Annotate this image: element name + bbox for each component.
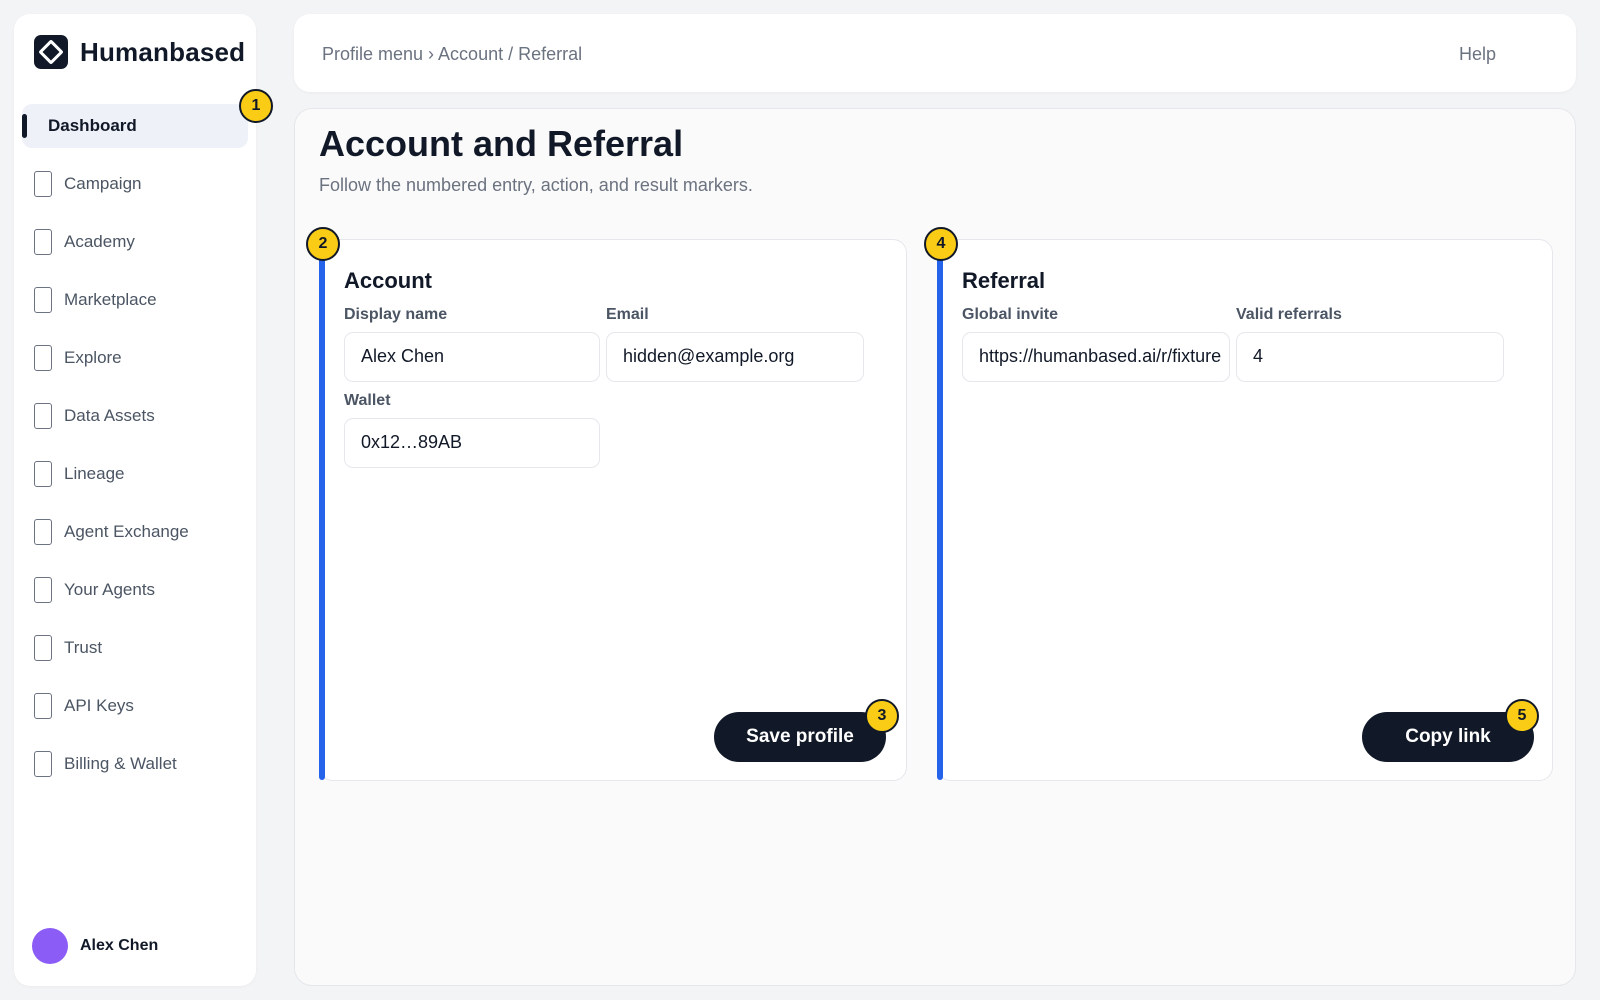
page-icon [34,461,52,487]
diamond-logo-icon [34,35,68,69]
user-profile[interactable]: Alex Chen [32,928,158,964]
user-name: Alex Chen [80,937,159,954]
valid-referrals-label: Valid referrals [1236,306,1342,323]
sidebar-item-agent-exchange[interactable]: Agent Exchange [22,510,248,554]
valid-referrals-field-group: Valid referrals 4 [1236,306,1504,382]
sidebar-item-dashboard[interactable]: Dashboard [22,104,248,148]
step-marker-4: 4 [924,227,958,261]
card-title: Referral [962,268,1046,293]
sidebar-item-label: Dashboard [48,116,137,135]
sidebar: Humanbased Dashboard Campaign Academy Ma… [14,14,256,986]
step-marker-2: 2 [306,227,340,261]
sidebar-item-label: Billing & Wallet [64,754,177,773]
page-icon [34,171,52,197]
page-icon [34,693,52,719]
valid-referrals-field[interactable]: 4 [1236,332,1504,382]
sidebar-item-data-assets[interactable]: Data Assets [22,394,248,438]
wallet-field[interactable]: 0x12…89AB [344,418,600,468]
account-card: Account Display name Alex Chen Email hid… [319,239,907,781]
step-marker-5: 5 [1505,699,1539,733]
page-icon [34,345,52,371]
page-icon [34,577,52,603]
sidebar-item-label: Agent Exchange [64,522,189,541]
sidebar-item-marketplace[interactable]: Marketplace [22,278,248,322]
sidebar-item-label: Explore [64,348,122,367]
sidebar-item-trust[interactable]: Trust [22,626,248,670]
display-name-label: Display name [344,306,448,323]
page-subtitle: Follow the numbered entry, action, and r… [319,175,753,195]
sidebar-nav: Dashboard Campaign Academy Marketplace E… [22,104,248,800]
avatar [32,928,68,964]
sidebar-item-label: Campaign [64,174,142,193]
sidebar-item-your-agents[interactable]: Your Agents [22,568,248,612]
email-label: Email [606,306,649,323]
save-profile-button[interactable]: Save profile [714,712,886,762]
top-bar: Profile menu › Account / Referral Help [294,14,1576,92]
global-invite-field-group: Global invite https://humanbased.ai/r/fi… [962,306,1230,382]
email-field[interactable]: hidden@example.org [606,332,864,382]
help-link[interactable]: Help [1459,44,1496,65]
wallet-field-group: Wallet 0x12…89AB [344,392,600,468]
page-icon [34,287,52,313]
brand[interactable]: Humanbased [34,34,245,70]
global-invite-label: Global invite [962,306,1059,323]
breadcrumb: Profile menu › Account / Referral [322,44,583,64]
step-marker-1: 1 [239,89,273,123]
email-field-group: Email hidden@example.org [606,306,864,382]
card-accent [937,240,943,780]
display-name-field[interactable]: Alex Chen [344,332,600,382]
page-icon [34,751,52,777]
card-accent [319,240,325,780]
sidebar-item-academy[interactable]: Academy [22,220,248,264]
brand-name: Humanbased [80,36,246,67]
sidebar-item-label: Data Assets [64,406,155,425]
wallet-label: Wallet [344,392,391,409]
step-marker-3: 3 [865,699,899,733]
page-icon [34,229,52,255]
sidebar-item-campaign[interactable]: Campaign [22,162,248,206]
global-invite-field[interactable]: https://humanbased.ai/r/fixture [962,332,1230,382]
referral-card: Referral Global invite https://humanbase… [937,239,1553,781]
display-name-field-group: Display name Alex Chen [344,306,600,382]
sidebar-item-label: Academy [64,232,135,251]
page-icon [34,519,52,545]
card-title: Account [344,268,432,293]
sidebar-item-label: Marketplace [64,290,157,309]
sidebar-item-label: Your Agents [64,580,156,599]
page-title: Account and Referral [319,123,684,164]
active-indicator [22,114,27,138]
sidebar-item-api-keys[interactable]: API Keys [22,684,248,728]
page-icon [34,403,52,429]
sidebar-item-explore[interactable]: Explore [22,336,248,380]
sidebar-item-billing-wallet[interactable]: Billing & Wallet [22,742,248,786]
sidebar-item-label: Trust [64,638,103,657]
sidebar-item-label: Lineage [64,464,125,483]
sidebar-item-lineage[interactable]: Lineage [22,452,248,496]
page-icon [34,635,52,661]
sidebar-item-label: API Keys [64,696,134,715]
